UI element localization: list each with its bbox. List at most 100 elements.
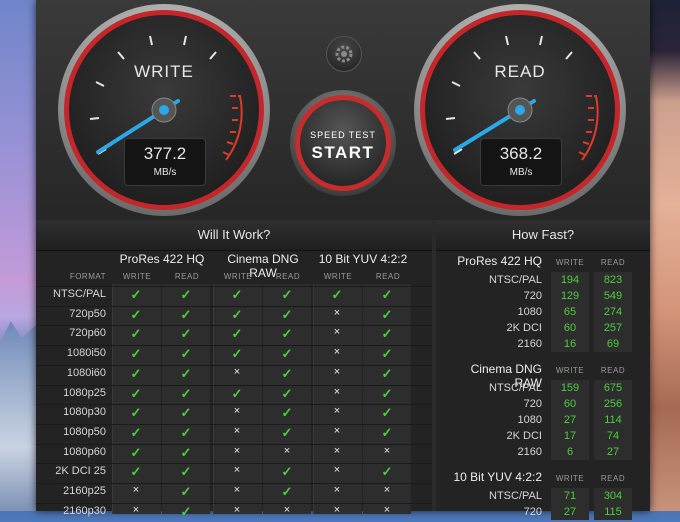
read-value: 256 [594, 396, 632, 412]
write-value: 16 [551, 336, 589, 352]
format-label: 720p60 [69, 327, 106, 340]
cross-icon: × [333, 464, 341, 477]
cross-icon: × [333, 484, 341, 496]
cross-icon: × [383, 503, 391, 516]
check-icon: ✓ [130, 306, 142, 322]
check-icon: ✓ [281, 326, 293, 342]
check-icon: ✓ [281, 484, 293, 499]
check-icon: ✓ [130, 405, 142, 421]
column-subheader: WRITE [122, 272, 152, 281]
check-icon: ✓ [180, 346, 192, 362]
cross-icon: × [333, 385, 341, 398]
settings-button[interactable] [326, 36, 362, 72]
write-gauge: WRITE 377.2 MB/s [58, 4, 270, 216]
check-icon: ✓ [381, 287, 393, 302]
write-speed-value: 377.2 [143, 144, 187, 163]
format-label: 1080p25 [63, 386, 106, 399]
group-header: ProRes 422 HQ [119, 252, 205, 266]
start-button-label: START [311, 143, 375, 162]
cross-icon: × [233, 444, 241, 457]
check-icon: ✓ [130, 444, 142, 460]
format-label: 1080i50 [66, 347, 106, 360]
read-subheader: READ [600, 366, 626, 375]
speed-row-label: 2160 [517, 338, 542, 350]
check-icon: ✓ [180, 365, 192, 381]
cross-icon: × [233, 365, 241, 378]
cross-icon: × [233, 464, 241, 477]
cross-icon: × [233, 405, 241, 418]
check-icon: ✓ [231, 385, 243, 401]
gear-icon [335, 45, 353, 63]
check-icon: ✓ [130, 287, 142, 302]
format-header: FORMAT [69, 272, 106, 281]
read-readout: 368.2 MB/s [480, 138, 562, 186]
read-value: 549 [594, 288, 632, 304]
cross-icon: × [283, 503, 291, 516]
read-value: 274 [594, 304, 632, 320]
read-value: 823 [594, 272, 632, 288]
write-subheader: WRITE [555, 474, 585, 483]
check-icon: ✓ [381, 346, 393, 362]
check-icon: ✓ [180, 306, 192, 322]
write-value: 60 [551, 396, 589, 412]
column-subheader: READ [275, 272, 301, 281]
cross-icon: × [333, 503, 341, 516]
write-value: 6 [551, 444, 589, 460]
group-header: 10 Bit YUV 4:2:2 [318, 252, 408, 266]
check-icon: ✓ [180, 444, 192, 460]
check-icon: ✓ [130, 464, 142, 480]
check-icon: ✓ [231, 346, 243, 362]
cross-icon: × [333, 365, 341, 378]
speed-row-label: 2K DCI [506, 322, 542, 334]
column-subheader: READ [174, 272, 200, 281]
check-icon: ✓ [180, 484, 192, 499]
speed-row-label: NTSC/PAL [489, 274, 542, 286]
cross-icon: × [383, 444, 391, 457]
read-gauge: READ 368.2 MB/s [414, 4, 626, 216]
will-it-work-title: Will It Work? [36, 220, 432, 251]
read-value: 69 [594, 336, 632, 352]
read-speed-unit: MB/s [509, 167, 533, 178]
write-value: 27 [551, 412, 589, 428]
check-icon: ✓ [281, 424, 293, 440]
check-icon: ✓ [331, 287, 343, 302]
check-icon: ✓ [180, 385, 192, 401]
speed-row-label: 2K DCI [506, 430, 542, 442]
read-value: 114 [594, 412, 632, 428]
speed-test-window: WRITE 377.2 MB/s SPEED TEST START READ 3… [36, 0, 650, 520]
format-label: NTSC/PAL [53, 288, 106, 300]
format-label: 1080p60 [63, 445, 106, 458]
read-gauge-title: READ [494, 62, 546, 81]
check-icon: ✓ [381, 464, 393, 480]
speed-row-label: 720 [523, 398, 542, 410]
write-value: 194 [551, 272, 589, 288]
speed-row-label: 720 [523, 506, 542, 518]
start-button[interactable]: SPEED TEST START [290, 90, 396, 196]
cross-icon: × [333, 405, 341, 418]
cross-icon: × [383, 484, 391, 496]
read-value: 304 [594, 488, 632, 504]
speed-row-label: 2160 [517, 446, 542, 458]
write-value: 17 [551, 428, 589, 444]
check-icon: ✓ [231, 306, 243, 322]
check-icon: ✓ [281, 306, 293, 322]
check-icon: ✓ [281, 405, 293, 421]
write-subheader: WRITE [555, 366, 585, 375]
speed-row-label: 720 [523, 290, 542, 302]
column-subheader: WRITE [323, 272, 353, 281]
read-value: 257 [594, 320, 632, 336]
speed-row-label: NTSC/PAL [489, 490, 542, 502]
format-label: 1080i60 [66, 366, 106, 379]
cross-icon: × [333, 326, 341, 339]
check-icon: ✓ [231, 287, 243, 302]
check-icon: ✓ [231, 326, 243, 342]
check-icon: ✓ [180, 405, 192, 421]
desktop-background-left [0, 0, 36, 511]
read-subheader: READ [600, 474, 626, 483]
speed-row-label: 1080 [517, 414, 542, 426]
format-label: 1080p30 [63, 406, 106, 419]
write-speed-unit: MB/s [153, 167, 177, 178]
check-icon: ✓ [180, 503, 192, 519]
section-header: ProRes 422 HQ [457, 254, 542, 268]
column-subheader: READ [375, 272, 401, 281]
